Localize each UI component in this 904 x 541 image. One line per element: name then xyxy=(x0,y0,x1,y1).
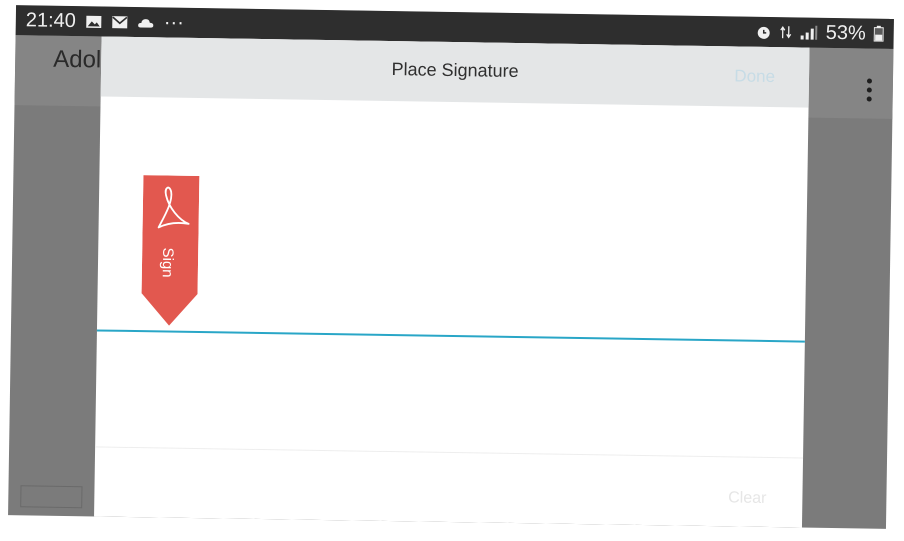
signal-icon xyxy=(800,25,818,40)
app-title: Adol xyxy=(53,45,102,74)
battery-icon xyxy=(873,25,884,42)
cloud-icon xyxy=(138,18,154,28)
mail-icon xyxy=(112,15,128,28)
status-more-text: ··· xyxy=(163,10,185,34)
status-time: 21:40 xyxy=(25,8,77,32)
clear-button[interactable]: Clear xyxy=(728,489,766,508)
done-button[interactable]: Done xyxy=(734,66,775,87)
battery-percent: 53% xyxy=(825,21,866,44)
dialog-divider xyxy=(95,446,804,459)
signature-line[interactable] xyxy=(96,329,805,343)
data-icon xyxy=(780,26,792,39)
place-signature-dialog: Place Signature Done Sign Clear xyxy=(94,36,810,528)
gallery-icon xyxy=(86,15,102,28)
sign-tag-label: Sign xyxy=(159,247,176,277)
sign-here-tag[interactable]: Sign xyxy=(141,175,200,326)
alarm-icon xyxy=(757,26,770,39)
dialog-header: Place Signature Done xyxy=(100,36,810,108)
overflow-menu-icon[interactable] xyxy=(866,78,873,103)
background-control xyxy=(20,485,83,509)
phone-screen: 21:40 ··· 53% Adol Place Signature Done … xyxy=(8,5,894,529)
dialog-title: Place Signature xyxy=(391,59,519,82)
